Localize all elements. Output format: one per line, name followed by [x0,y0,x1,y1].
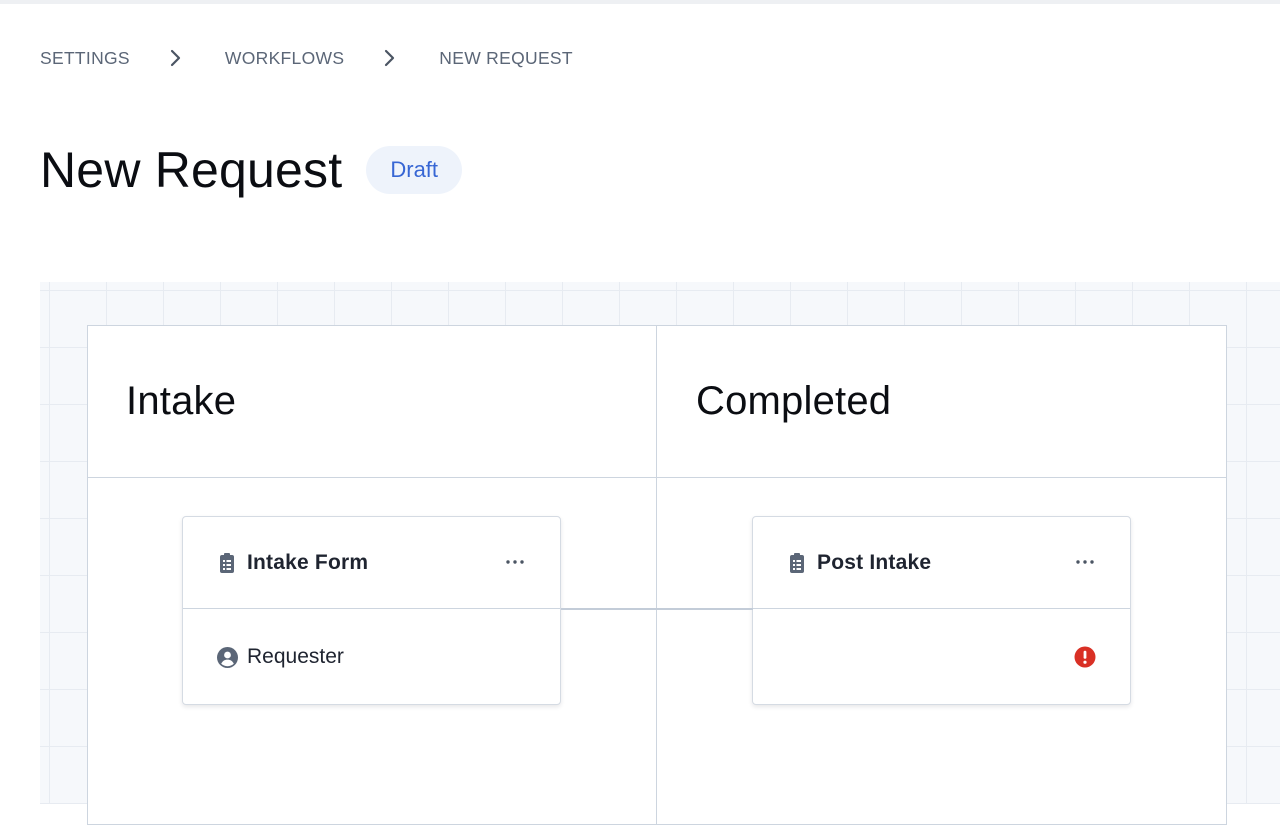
stage-title: Completed [696,379,892,423]
chevron-right-icon [166,47,190,69]
step-card-header: Intake Form [183,517,560,609]
clipboard-icon [790,552,804,573]
step-card-post-intake[interactable]: Post Intake [752,516,1131,705]
step-card-header: Post Intake [753,517,1130,609]
assignee-label: Requester [247,645,344,668]
stage-column-completed: Completed Post Intake [657,326,1226,824]
breadcrumb: SETTINGS WORKFLOWS NEW REQUEST [40,47,573,69]
title-row: New Request Draft [40,140,463,200]
alert-icon[interactable] [1074,646,1096,668]
stage-header: Completed [657,326,1226,478]
workflow-canvas[interactable]: Intake Intake Form Requester Completed P… [40,282,1280,825]
more-options-icon[interactable] [1074,551,1096,573]
stage-title: Intake [126,379,237,423]
status-badge: Draft [366,146,463,194]
chevron-right-icon [380,47,404,69]
top-border [0,0,1280,4]
workflow-board: Intake Intake Form Requester Completed P… [87,325,1227,825]
breadcrumb-new-request[interactable]: NEW REQUEST [439,48,573,69]
step-connector [561,608,753,610]
more-options-icon[interactable] [504,551,526,573]
step-card-body: Requester [183,609,560,705]
breadcrumb-workflows[interactable]: WORKFLOWS [225,48,344,69]
page-title: New Request [40,142,343,198]
step-card-title: Post Intake [817,550,932,574]
step-card-title: Intake Form [247,550,369,574]
clipboard-icon [220,552,234,573]
step-card-intake-form[interactable]: Intake Form Requester [182,516,561,705]
user-circle-icon [217,646,238,668]
step-card-body [753,609,1130,705]
stage-header: Intake [88,326,656,478]
stage-column-intake: Intake Intake Form Requester [88,326,657,824]
breadcrumb-settings[interactable]: SETTINGS [40,48,130,69]
